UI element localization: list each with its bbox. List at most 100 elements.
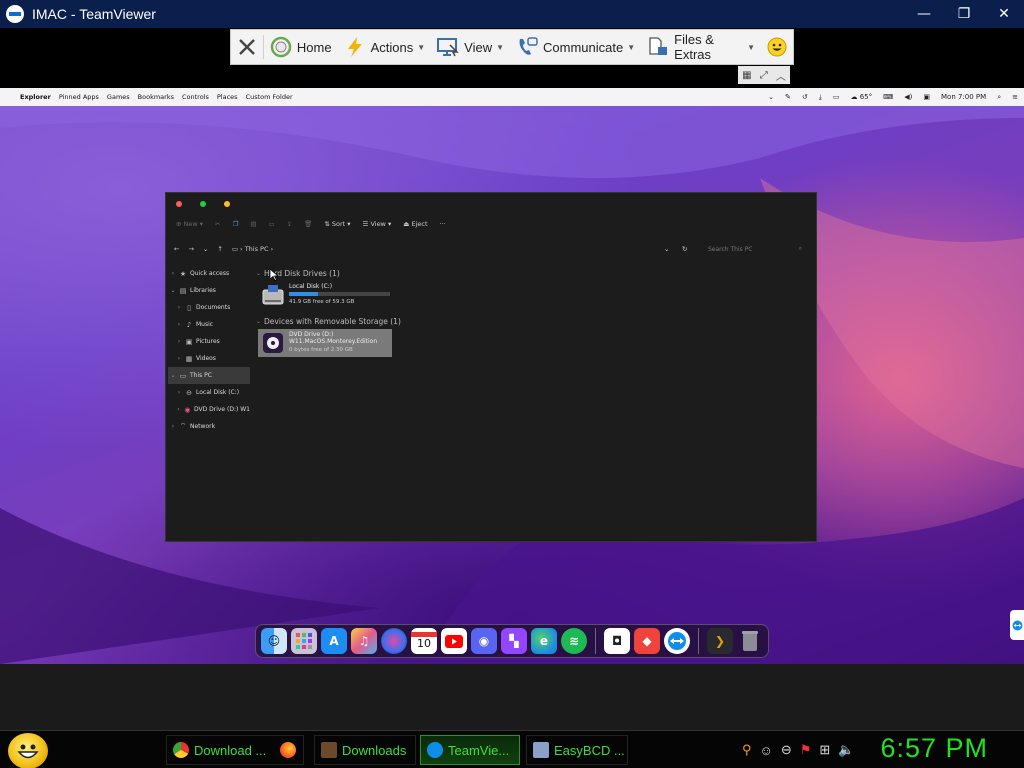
menu-custom-folder[interactable]: Custom Folder xyxy=(246,93,293,101)
battery-icon[interactable]: ▭ xyxy=(833,93,840,101)
dock-calendar-icon[interactable]: 10 xyxy=(411,628,437,654)
dock-anydesk-icon[interactable]: ◆ xyxy=(634,628,660,654)
dock-itunes-icon[interactable]: ♫ xyxy=(351,628,377,654)
dock-roblox-icon[interactable]: ◘ xyxy=(604,628,630,654)
mac-clock[interactable]: Mon 7:00 PM xyxy=(941,93,986,101)
group-header-removable[interactable]: ⌄ Devices with Removable Storage (1) xyxy=(256,315,636,327)
sidebar-item-documents[interactable]: › ▯ Documents xyxy=(168,299,250,316)
sidebar-item-network[interactable]: › ⌔ Network xyxy=(168,418,250,435)
sidebar-item-libraries[interactable]: ⌄ ▤ Libraries xyxy=(168,282,250,299)
taskbar-downloads-folder[interactable]: Downloads xyxy=(314,735,416,765)
view-menu[interactable]: View ▼ xyxy=(431,30,510,64)
collapse-toolbar-icon[interactable]: ︿ xyxy=(776,68,786,83)
teamviewer-side-panel-tab[interactable] xyxy=(1010,610,1024,640)
minimize-button[interactable]: — xyxy=(904,0,944,28)
dock-discord-icon[interactable]: ◉ xyxy=(471,628,497,654)
files-extras-menu[interactable]: Files & Extras ▼ xyxy=(641,30,761,64)
taskbar-firefox[interactable] xyxy=(274,735,312,765)
actions-menu[interactable]: Actions ▼ xyxy=(338,30,432,64)
end-session-button[interactable] xyxy=(231,30,263,64)
sidebar-item-pictures[interactable]: › ▣ Pictures xyxy=(168,333,250,350)
weather-status[interactable]: ☁ 65° xyxy=(850,93,872,101)
copy-icon[interactable]: ❐ xyxy=(233,220,239,228)
paste-icon[interactable]: ▤ xyxy=(250,220,256,228)
volume-icon[interactable]: ◀) xyxy=(904,93,912,101)
search-magnifier-icon[interactable]: ⚲ xyxy=(742,742,752,758)
dock-plex-icon[interactable]: ❯ xyxy=(707,628,733,654)
eject-button[interactable]: ⏏ Eject xyxy=(403,220,427,228)
grid-icon[interactable]: ▦ xyxy=(742,70,751,81)
new-button[interactable]: ⊕ New ▾ xyxy=(176,220,203,228)
taskbar-clock[interactable]: 6:57 PM xyxy=(880,733,988,764)
close-window-button[interactable]: ✕ xyxy=(984,0,1024,28)
smiley-tray-icon[interactable]: ☺ xyxy=(760,743,773,758)
sidebar-item-quick-access[interactable]: › ★ Quick access xyxy=(168,265,250,282)
communicate-menu[interactable]: Communicate ▼ xyxy=(510,30,641,64)
forward-arrow-icon[interactable]: → xyxy=(188,245,193,253)
taskbar-teamviewer[interactable]: TeamVie... xyxy=(420,735,520,765)
menu-bookmarks[interactable]: Bookmarks xyxy=(138,93,174,101)
breadcrumb[interactable]: ▭ › This PC › xyxy=(232,245,273,253)
group-header-hard-disk[interactable]: ⌄ Hard Disk Drives (1) xyxy=(256,267,636,279)
dock-youtube-icon[interactable] xyxy=(441,628,467,654)
menu-app-name[interactable]: Explorer xyxy=(20,93,51,101)
tray-expand-icon[interactable]: ⊖ xyxy=(781,742,792,758)
menu-games[interactable]: Games xyxy=(107,93,130,101)
home-button[interactable]: Home xyxy=(264,30,338,64)
more-options-button[interactable]: ··· xyxy=(440,220,446,228)
action-center-flag-icon[interactable]: ⚑ xyxy=(800,742,812,758)
history-icon[interactable]: ↺ xyxy=(802,93,808,101)
display-icon[interactable]: ▣ xyxy=(923,93,930,101)
sidebar-item-local-disk[interactable]: › ⊖ Local Disk (C:) xyxy=(168,384,250,401)
dock-spotify-icon[interactable]: ≋ xyxy=(561,628,587,654)
new-label: New xyxy=(183,220,198,228)
download-icon[interactable]: ⤓ xyxy=(819,93,822,102)
zoom-traffic-light[interactable] xyxy=(200,201,206,207)
rename-icon[interactable]: ▭ xyxy=(268,220,274,228)
up-arrow-icon[interactable]: ↑ xyxy=(217,245,222,253)
share-icon[interactable]: ⇪ xyxy=(287,220,292,228)
sort-button[interactable]: ⇅ Sort ▾ xyxy=(324,220,350,228)
network-tray-icon[interactable]: ⊞ xyxy=(819,742,830,758)
dock-edge-icon[interactable]: e xyxy=(531,628,557,654)
refresh-icon[interactable]: ↻ xyxy=(682,245,687,253)
view-button[interactable]: ☰ View ▾ xyxy=(363,220,392,228)
restore-button[interactable]: ❐ xyxy=(944,0,984,28)
search-box[interactable]: Search This PC ⌕ xyxy=(704,243,806,255)
dock-siri-icon[interactable] xyxy=(381,628,407,654)
search-icon[interactable]: ⌕ xyxy=(997,93,1001,102)
remote-screen[interactable]: Explorer Pinned Apps Games Bookmarks Con… xyxy=(0,88,1024,664)
menu-places[interactable]: Places xyxy=(217,93,238,101)
keyboard-icon[interactable]: ⌨ xyxy=(883,93,893,101)
control-center-icon[interactable]: ≡ xyxy=(1012,93,1018,101)
sidebar-item-dvd-drive[interactable]: › ◉ DVD Drive (D:) W1 xyxy=(168,401,250,418)
drive-local-disk-c[interactable]: Local Disk (C:) 41.9 GB free of 59.3 GB xyxy=(258,281,392,309)
minimize-traffic-light[interactable] xyxy=(224,201,230,207)
sidebar-item-music[interactable]: › ♪ Music xyxy=(168,316,250,333)
menu-controls[interactable]: Controls xyxy=(182,93,209,101)
dock-app-store-icon[interactable]: A xyxy=(321,628,347,654)
fullscreen-icon[interactable]: ⤢ xyxy=(760,70,768,81)
volume-tray-icon[interactable]: 🔈 xyxy=(838,742,854,758)
dock-trash-icon[interactable] xyxy=(737,628,763,654)
recent-chevron-icon[interactable]: ⌄ xyxy=(203,245,208,253)
sidebar-item-videos[interactable]: › ▦ Videos xyxy=(168,350,250,367)
drive-dvd-d[interactable]: DVD Drive (D:) W11.MacOS.Monterey.Editio… xyxy=(258,329,392,357)
back-arrow-icon[interactable]: ← xyxy=(174,245,179,253)
sidebar-item-this-pc[interactable]: ⌄ ▭ This PC xyxy=(168,367,250,384)
dock-finder-icon[interactable]: ☺ xyxy=(261,628,287,654)
dock-teamviewer-icon[interactable] xyxy=(664,628,690,654)
menu-pinned-apps[interactable]: Pinned Apps xyxy=(59,93,99,101)
delete-icon[interactable]: 🗑 xyxy=(304,220,312,228)
taskbar-easybcd[interactable]: EasyBCD ... xyxy=(526,735,628,765)
feedback-button[interactable] xyxy=(761,30,793,64)
drive-free-space: 41.9 GB free of 59.3 GB xyxy=(289,299,355,305)
cut-icon[interactable]: ✂ xyxy=(215,220,220,228)
address-dropdown-icon[interactable]: ⌄ xyxy=(664,245,669,253)
dock-launchpad-icon[interactable] xyxy=(291,628,317,654)
paperclip-icon[interactable]: ✎ xyxy=(785,93,791,101)
close-traffic-light[interactable] xyxy=(176,201,182,207)
chevron-down-icon[interactable]: ⌄ xyxy=(768,93,774,101)
start-button-smiley-icon[interactable] xyxy=(8,733,48,768)
dock-twitch-icon[interactable]: ▚ xyxy=(501,628,527,654)
